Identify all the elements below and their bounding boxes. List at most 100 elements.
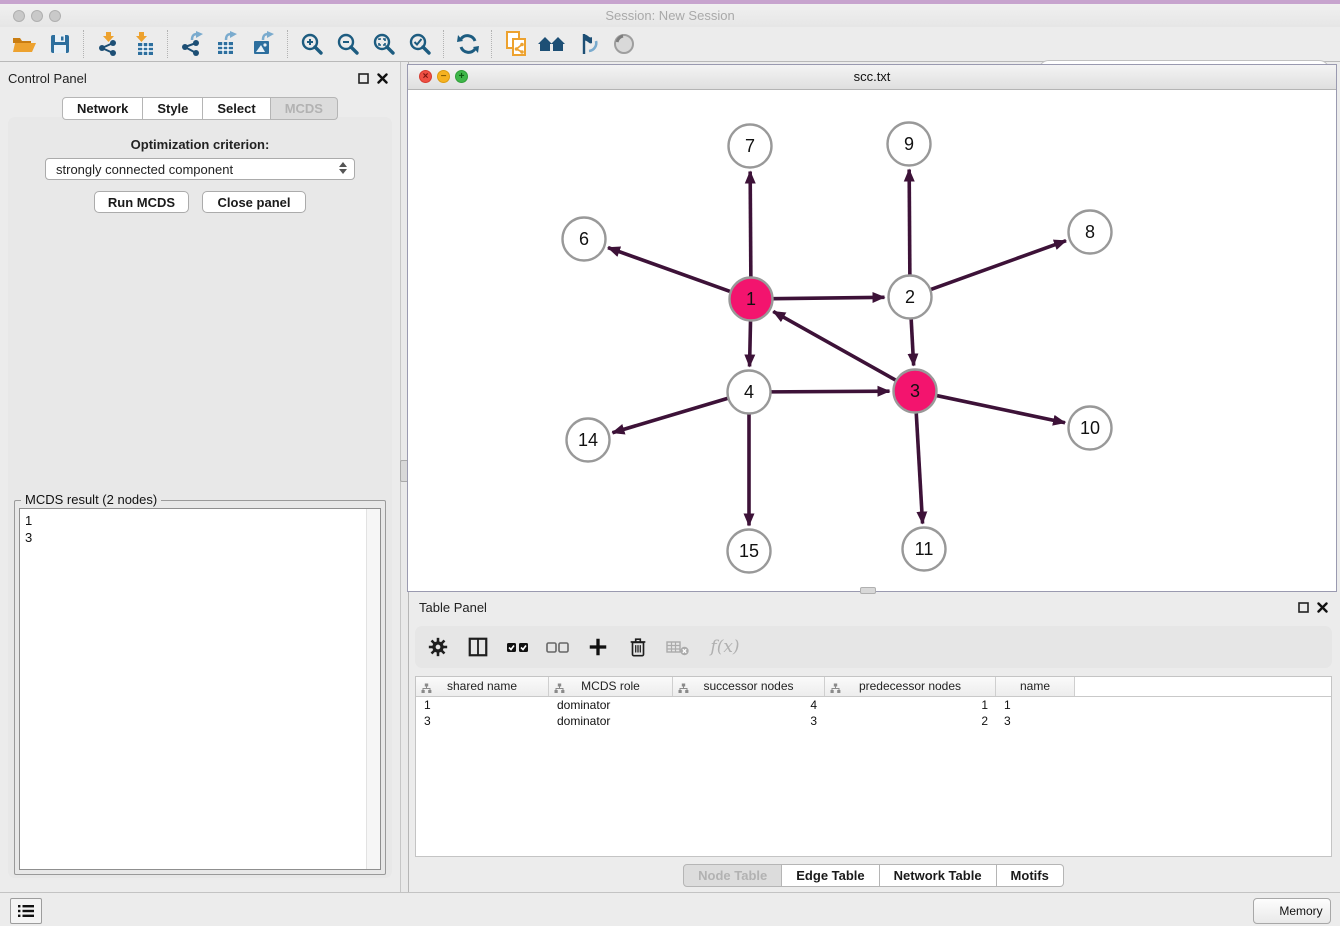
edge-2-8[interactable] xyxy=(930,241,1066,290)
zoom-fit-icon xyxy=(371,31,397,57)
table-header-row: shared nameMCDS role successor nodes prede… xyxy=(416,677,1331,697)
run-mcds-button[interactable]: Run MCDS xyxy=(94,191,189,213)
zoom-in-icon xyxy=(299,31,325,57)
tab-network[interactable]: Network xyxy=(62,97,143,120)
criterion-dropdown[interactable]: strongly connected component xyxy=(45,158,355,180)
column-selector-button[interactable] xyxy=(465,632,491,662)
columns-icon xyxy=(467,636,489,658)
edge-1-7[interactable] xyxy=(750,171,751,277)
memory-button[interactable]: Memory xyxy=(1253,898,1331,924)
table-cell[interactable]: 3 xyxy=(416,713,549,729)
table-cell[interactable]: 1 xyxy=(416,697,549,713)
float-panel-icon[interactable] xyxy=(358,73,369,84)
column-header-mcds-role[interactable]: MCDS role xyxy=(549,677,673,696)
table-cell[interactable]: dominator xyxy=(549,713,673,729)
home-button[interactable] xyxy=(534,29,570,59)
function-builder-button[interactable]: f(x) xyxy=(705,632,745,662)
save-session-button[interactable] xyxy=(42,29,78,59)
table-cell[interactable]: 1 xyxy=(996,697,1075,713)
select-all-rows-button[interactable] xyxy=(505,632,531,662)
float-panel-icon[interactable] xyxy=(1298,602,1309,613)
export-table-button[interactable] xyxy=(210,29,246,59)
edge-3-1[interactable] xyxy=(773,311,896,380)
refresh-button[interactable] xyxy=(450,29,486,59)
toolbar-separator xyxy=(83,30,85,58)
table-cell[interactable]: 2 xyxy=(825,713,996,729)
column-header-successor-nodes[interactable]: successor nodes xyxy=(673,677,825,696)
column-header-label: successor nodes xyxy=(703,679,793,693)
close-panel-button[interactable]: Close panel xyxy=(202,191,306,213)
edge-1-4[interactable] xyxy=(750,320,751,366)
zoom-in-button[interactable] xyxy=(294,29,330,59)
edge-1-6[interactable] xyxy=(608,248,731,292)
table-cell[interactable]: 1 xyxy=(825,697,996,713)
zoom-selected-button[interactable] xyxy=(402,29,438,59)
edge-2-3[interactable] xyxy=(911,318,914,365)
export-image-button[interactable] xyxy=(246,29,282,59)
tab-select[interactable]: Select xyxy=(203,97,270,120)
zoom-fit-button[interactable] xyxy=(366,29,402,59)
control-panel-window-controls xyxy=(358,73,388,84)
deselect-all-rows-button[interactable] xyxy=(545,632,571,662)
tab-edge-table[interactable]: Edge Table xyxy=(782,864,879,887)
hide-graphics-button[interactable] xyxy=(570,29,606,59)
edge-3-10[interactable] xyxy=(936,395,1065,422)
tab-style[interactable]: Style xyxy=(143,97,203,120)
edge-1-2[interactable] xyxy=(772,297,884,298)
table-cell[interactable]: 3 xyxy=(673,713,825,729)
main-titlebar[interactable]: Session: New Session xyxy=(0,4,1340,28)
close-panel-icon[interactable] xyxy=(1317,602,1328,613)
export-image-icon xyxy=(251,31,277,57)
network-overview-button[interactable] xyxy=(498,29,534,59)
tab-node-table[interactable]: Node Table xyxy=(683,864,782,887)
tab-motifs[interactable]: Motifs xyxy=(997,864,1064,887)
toolbar-separator xyxy=(167,30,169,58)
table-cell[interactable]: 4 xyxy=(673,697,825,713)
zoom-out-button[interactable] xyxy=(330,29,366,59)
import-network-button[interactable] xyxy=(90,29,126,59)
table-body: 1dominator4113dominator323 xyxy=(416,697,1331,729)
close-panel-icon[interactable] xyxy=(377,73,388,84)
table-row[interactable]: 3dominator323 xyxy=(416,713,1331,729)
refresh-icon xyxy=(455,31,481,57)
table-row[interactable]: 1dominator411 xyxy=(416,697,1331,713)
network-view-window[interactable]: × − + scc.txt 7968124314101511 xyxy=(407,64,1337,592)
optimization-criterion-label: Optimization criterion: xyxy=(0,137,400,152)
edge-4-14[interactable] xyxy=(612,398,728,433)
result-scrollbar[interactable] xyxy=(366,509,380,869)
tab-network-table[interactable]: Network Table xyxy=(880,864,997,887)
column-header-name[interactable]: name xyxy=(996,677,1075,696)
table-settings-button[interactable] xyxy=(425,632,451,662)
node-table[interactable]: shared nameMCDS role successor nodes prede… xyxy=(415,676,1332,857)
table-panel-window-controls xyxy=(1298,602,1328,613)
tab-mcds[interactable]: MCDS xyxy=(271,97,338,120)
column-header-shared-name[interactable]: shared name xyxy=(416,677,549,696)
table-cell[interactable]: 3 xyxy=(996,713,1075,729)
graph-node-label-9: 9 xyxy=(904,134,914,154)
graph-node-label-2: 2 xyxy=(905,287,915,307)
import-table-button[interactable] xyxy=(126,29,162,59)
delete-column-button[interactable] xyxy=(625,632,651,662)
delete-table-button[interactable] xyxy=(665,632,691,662)
show-graphics-button[interactable] xyxy=(606,29,642,59)
table-toolbar: f(x) xyxy=(415,626,1332,668)
table-cell[interactable]: dominator xyxy=(549,697,673,713)
edge-2-9[interactable] xyxy=(909,169,910,275)
graph-node-label-4: 4 xyxy=(744,382,754,402)
horizontal-splitter-handle[interactable] xyxy=(860,587,876,594)
graph-node-label-6: 6 xyxy=(579,229,589,249)
open-session-button[interactable] xyxy=(6,29,42,59)
add-column-button[interactable] xyxy=(585,632,611,662)
memory-status-dot xyxy=(1261,905,1274,918)
mcds-result-textarea[interactable]: 1 3 xyxy=(19,508,381,870)
edge-3-11[interactable] xyxy=(916,412,922,523)
graph-node-label-14: 14 xyxy=(578,430,598,450)
graph-node-label-10: 10 xyxy=(1080,418,1100,438)
task-history-button[interactable] xyxy=(10,898,42,924)
column-header-predecessor-nodes[interactable]: predecessor nodes xyxy=(825,677,996,696)
network-window-titlebar[interactable]: × − + scc.txt xyxy=(408,65,1336,90)
network-graph-canvas[interactable]: 7968124314101511 xyxy=(408,89,1336,591)
import-network-icon xyxy=(95,31,121,57)
export-network-button[interactable] xyxy=(174,29,210,59)
edge-4-3[interactable] xyxy=(770,391,889,392)
